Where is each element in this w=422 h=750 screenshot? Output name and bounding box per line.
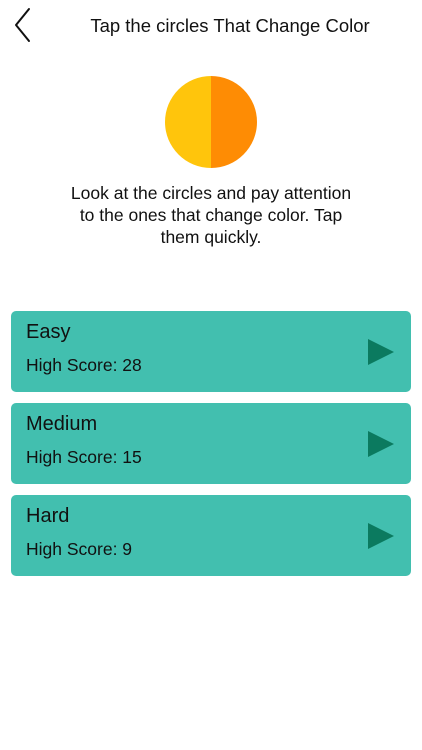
level-name: Easy xyxy=(26,321,71,343)
high-score-label: High Score: 9 xyxy=(26,539,133,559)
half-circle-icon xyxy=(165,76,257,168)
instructions-line-2: to the ones that change color. Tap xyxy=(79,205,343,225)
level-name: Hard xyxy=(26,505,70,527)
back-button[interactable] xyxy=(8,6,38,44)
level-list: Easy High Score: 28 Medium High Score: 1… xyxy=(11,311,411,587)
level-card-easy[interactable]: Easy High Score: 28 xyxy=(11,311,411,392)
play-icon[interactable] xyxy=(367,338,395,366)
instructions-line-3: them quickly. xyxy=(160,227,262,247)
page-title: Tap the circles That Change Color xyxy=(90,15,370,36)
chevron-left-icon xyxy=(15,8,30,42)
logo-left-half xyxy=(165,76,211,168)
navigation-bar: Tap the circles That Change Color xyxy=(0,0,422,52)
level-card-medium[interactable]: Medium High Score: 15 xyxy=(11,403,411,484)
instructions-text: Look at the circles and pay attention to… xyxy=(36,182,386,248)
play-icon[interactable] xyxy=(367,430,395,458)
level-card-hard[interactable]: Hard High Score: 9 xyxy=(11,495,411,576)
play-icon[interactable] xyxy=(367,522,395,550)
high-score-label: High Score: 15 xyxy=(26,447,142,467)
logo-right-half xyxy=(211,76,257,168)
instructions-line-1: Look at the circles and pay attention xyxy=(70,183,352,203)
high-score-label: High Score: 28 xyxy=(26,355,142,375)
level-name: Medium xyxy=(26,413,98,435)
